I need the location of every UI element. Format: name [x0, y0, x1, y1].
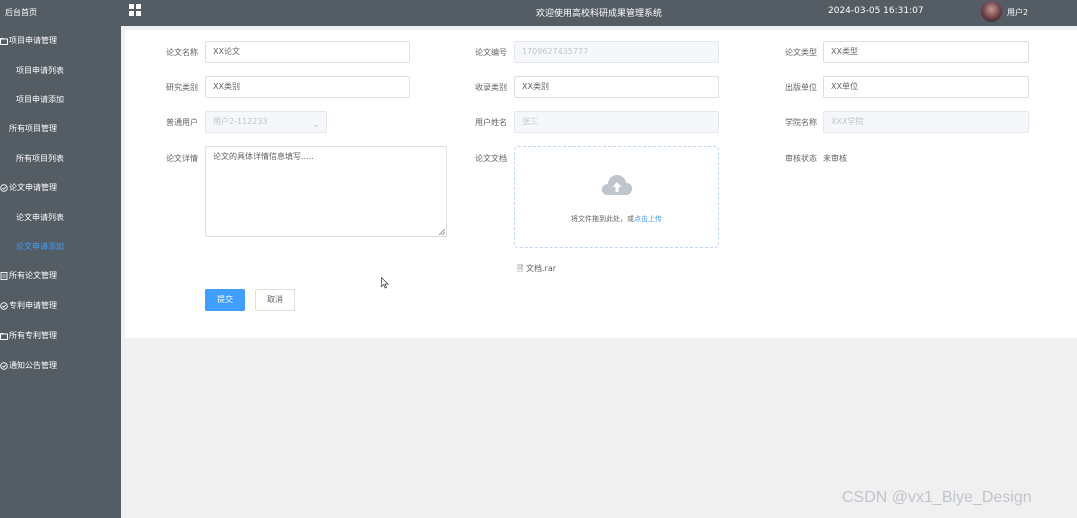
- uploaded-file-name: 文档.rar: [525, 264, 557, 273]
- user-name-input[interactable]: 张三: [514, 111, 719, 133]
- college-name-input[interactable]: XXX学院: [823, 111, 1029, 133]
- paper-doc-label: 论文文档: [475, 154, 507, 163]
- paper-name-input[interactable]: XX论文: [205, 41, 410, 63]
- check-circle-icon: [0, 302, 9, 310]
- chevron-down-icon: ⌄: [312, 120, 320, 130]
- form-card: 论文名称 XX论文 论文编号 1709627435777 论文类型 XX类型 研…: [125, 30, 1077, 338]
- sidebar-item-project-apply-add[interactable]: 项目申请添加: [0, 85, 121, 114]
- sidebar-group-all-projects[interactable]: 所有项目管理: [0, 114, 121, 144]
- sidebar-group-all-patents[interactable]: 所有专利管理: [0, 321, 121, 351]
- paper-name-label: 论文名称: [166, 48, 198, 57]
- upload-click-link[interactable]: 点击上传: [634, 215, 662, 223]
- sidebar: 后台首页 项目申请管理 项目申请列表 项目申请添加 所有项目管理 所有项目列表 …: [0, 0, 121, 518]
- submit-button[interactable]: 提交: [205, 289, 245, 311]
- sidebar-group-label: 通知公告管理: [9, 361, 57, 370]
- upload-hint-text: 将文件拖到此处，或: [571, 215, 634, 223]
- uploaded-file-item[interactable]: 🗎 文档.rar: [517, 263, 556, 277]
- research-category-input[interactable]: XX类别: [205, 76, 410, 98]
- document-icon: [0, 272, 9, 280]
- file-icon: 🗎: [517, 264, 524, 273]
- page-title: 欢迎使用高校科研成果管理系统: [535, 9, 662, 19]
- normal-user-value: 用户2-112233: [213, 117, 268, 126]
- sidebar-item-all-projects-list[interactable]: 所有项目列表: [0, 144, 121, 173]
- upload-dropzone[interactable]: 将文件拖到此处，或点击上传: [514, 146, 719, 248]
- normal-user-label: 普通用户: [166, 118, 198, 127]
- sidebar-item-project-apply-list[interactable]: 项目申请列表: [0, 56, 121, 85]
- included-category-label: 收录类别: [475, 83, 507, 92]
- upload-hint: 将文件拖到此处，或点击上传: [515, 214, 718, 224]
- review-status-label: 审核状态: [785, 154, 817, 163]
- paper-detail-textarea[interactable]: 论文的具体详情信息填写.....: [205, 146, 447, 237]
- username[interactable]: 用户2: [1007, 7, 1028, 18]
- review-status-value: 未审核: [823, 154, 847, 163]
- main-content: 论文名称 XX论文 论文编号 1709627435777 论文类型 XX类型 研…: [121, 26, 1077, 518]
- avatar[interactable]: [981, 1, 1002, 22]
- check-circle-icon: [0, 184, 9, 192]
- mouse-cursor-icon: [381, 277, 389, 289]
- publisher-input[interactable]: XX单位: [823, 76, 1029, 98]
- watermark: CSDN @vx1_Biye_Design: [842, 489, 1032, 506]
- sidebar-group-project-apply[interactable]: 项目申请管理: [0, 26, 121, 56]
- datetime-display: 2024-03-05 16:31:07: [828, 6, 924, 16]
- included-category-input[interactable]: XX类别: [514, 76, 719, 98]
- sidebar-item-home[interactable]: 后台首页: [0, 0, 121, 26]
- folder-icon: [0, 332, 9, 340]
- paper-no-input[interactable]: 1709627435777: [514, 41, 719, 63]
- paper-type-input[interactable]: XX类型: [823, 41, 1029, 63]
- sidebar-group-notice[interactable]: 通知公告管理: [0, 351, 121, 381]
- sidebar-group-paper-apply[interactable]: 论文申请管理: [0, 173, 121, 203]
- resize-handle-icon[interactable]: [439, 229, 445, 235]
- cancel-button[interactable]: 取消: [255, 289, 295, 311]
- sidebar-group-label: 专利申请管理: [9, 301, 57, 310]
- sidebar-group-label: 论文申请管理: [9, 183, 57, 192]
- paper-detail-label: 论文详情: [166, 154, 198, 163]
- sidebar-item-paper-apply-list[interactable]: 论文申请列表: [0, 203, 121, 232]
- user-name-label: 用户姓名: [475, 118, 507, 127]
- paper-type-label: 论文类型: [785, 48, 817, 57]
- college-name-label: 学院名称: [785, 118, 817, 127]
- sidebar-group-label: 所有专利管理: [9, 331, 57, 340]
- check-circle-icon: [0, 362, 9, 370]
- sidebar-group-all-papers[interactable]: 所有论文管理: [0, 261, 121, 291]
- paper-detail-value: 论文的具体详情信息填写.....: [213, 152, 314, 161]
- research-category-label: 研究类别: [166, 83, 198, 92]
- publisher-label: 出版单位: [785, 83, 817, 92]
- sidebar-group-label: 所有项目管理: [9, 124, 57, 133]
- sidebar-item-paper-apply-add[interactable]: 论文申请添加: [0, 232, 121, 261]
- folder-icon: [0, 37, 9, 45]
- paper-no-label: 论文编号: [475, 48, 507, 57]
- sidebar-group-label: 项目申请管理: [9, 36, 57, 45]
- sidebar-group-label: 所有论文管理: [9, 271, 57, 280]
- cloud-upload-icon: [601, 175, 633, 195]
- top-bar: 欢迎使用高校科研成果管理系统 2024-03-05 16:31:07 用户2: [121, 0, 1077, 26]
- sidebar-group-patent-apply[interactable]: 专利申请管理: [0, 291, 121, 321]
- normal-user-select[interactable]: 用户2-112233 ⌄: [205, 111, 327, 133]
